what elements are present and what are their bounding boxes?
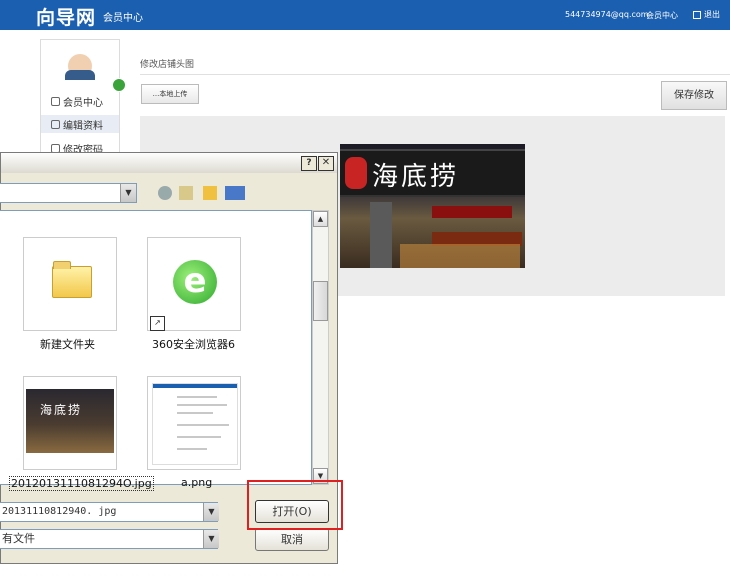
scroll-up-icon[interactable]: ▲ xyxy=(313,211,328,227)
save-changes-button[interactable]: 保存修改 xyxy=(661,81,727,110)
file-item-new-folder[interactable] xyxy=(23,237,117,331)
look-in-dropdown[interactable]: ▼ xyxy=(0,183,137,203)
file-item-label-selected[interactable]: 2012013111081294O.jpg xyxy=(9,476,154,491)
file-item-label[interactable]: 新建文件夹 xyxy=(40,336,95,352)
sidebar-item-member-center[interactable]: 会员中心 xyxy=(51,94,103,109)
pillar xyxy=(370,202,392,268)
member-center-link[interactable]: 会员中心 xyxy=(646,10,678,21)
view-menu-icon[interactable] xyxy=(225,186,245,200)
refresh-avatar-icon[interactable] xyxy=(112,78,126,92)
scroll-thumb[interactable] xyxy=(313,281,328,321)
local-upload-button[interactable]: ...本地上传 xyxy=(141,84,199,104)
user-email[interactable]: 544734974@qq.com xyxy=(565,10,649,19)
section-title: 修改店铺头图 xyxy=(140,60,195,70)
sidebar-item-label: 会员中心 xyxy=(63,98,103,109)
logout-label: 退出 xyxy=(704,10,720,19)
avatar[interactable] xyxy=(65,54,95,80)
filename-input[interactable]: 20131110812940. jpg xyxy=(0,502,218,522)
edit-icon xyxy=(51,119,60,129)
thumbnail-line xyxy=(177,396,217,398)
cancel-button[interactable]: 取消 xyxy=(255,528,329,551)
up-folder-icon[interactable] xyxy=(179,186,193,200)
highlight-box xyxy=(247,480,343,530)
folder-icon xyxy=(52,261,92,298)
file-item-jpg[interactable]: 海底捞 xyxy=(23,376,117,470)
thumbnail-line xyxy=(177,412,213,414)
user-icon xyxy=(51,97,60,106)
dialog-title-bar[interactable]: ? ✕ xyxy=(1,153,337,173)
vertical-scrollbar[interactable]: ▲ ▼ xyxy=(312,210,329,485)
sidebar-item-edit-profile[interactable]: 编辑资料 xyxy=(41,115,119,133)
led-sign xyxy=(432,206,512,218)
site-logo[interactable]: 向导网 xyxy=(36,3,96,30)
chevron-down-icon[interactable]: ▼ xyxy=(203,503,219,521)
help-button[interactable]: ? xyxy=(301,156,317,171)
screenshot-thumbnail xyxy=(152,383,238,465)
window-glow xyxy=(400,244,520,268)
brand-badge xyxy=(345,157,367,189)
thumbnail-line xyxy=(177,436,221,438)
file-item-360-browser[interactable]: e ↗ xyxy=(147,237,241,331)
close-button[interactable]: ✕ xyxy=(318,156,334,171)
chevron-down-icon[interactable]: ▼ xyxy=(120,184,136,202)
top-nav-bar: 向导网 会员中心 544734974@qq.com 会员中心 退出 xyxy=(0,0,730,30)
divider xyxy=(140,74,730,75)
thumbnail-text: 海底捞 xyxy=(40,403,83,417)
thumbnail-line xyxy=(177,424,229,426)
banner-preview-image: 海底捞 xyxy=(340,144,525,268)
filetype-select[interactable]: 有文件 xyxy=(0,529,218,549)
back-icon[interactable] xyxy=(158,186,172,200)
thumbnail-line xyxy=(177,448,207,450)
image-thumbnail: 海底捞 xyxy=(26,389,114,453)
sign-text: 海底捞 xyxy=(372,162,460,192)
new-folder-icon[interactable] xyxy=(203,186,217,200)
thumbnail-header xyxy=(153,384,237,388)
file-item-label[interactable]: 360安全浏览器6 xyxy=(152,336,235,352)
shortcut-arrow-icon: ↗ xyxy=(150,316,165,331)
sidebar-item-label: 编辑资料 xyxy=(63,120,103,132)
logout-icon xyxy=(693,10,701,19)
logout-link[interactable]: 退出 xyxy=(693,9,720,20)
storefront-sign: 海底捞 xyxy=(340,149,525,197)
chevron-down-icon[interactable]: ▼ xyxy=(203,530,219,548)
browser-icon: e xyxy=(173,260,217,304)
thumbnail-line xyxy=(177,404,227,406)
file-item-label[interactable]: a.png xyxy=(181,476,212,489)
file-item-png[interactable] xyxy=(147,376,241,470)
logo-subtitle: 会员中心 xyxy=(103,13,143,24)
